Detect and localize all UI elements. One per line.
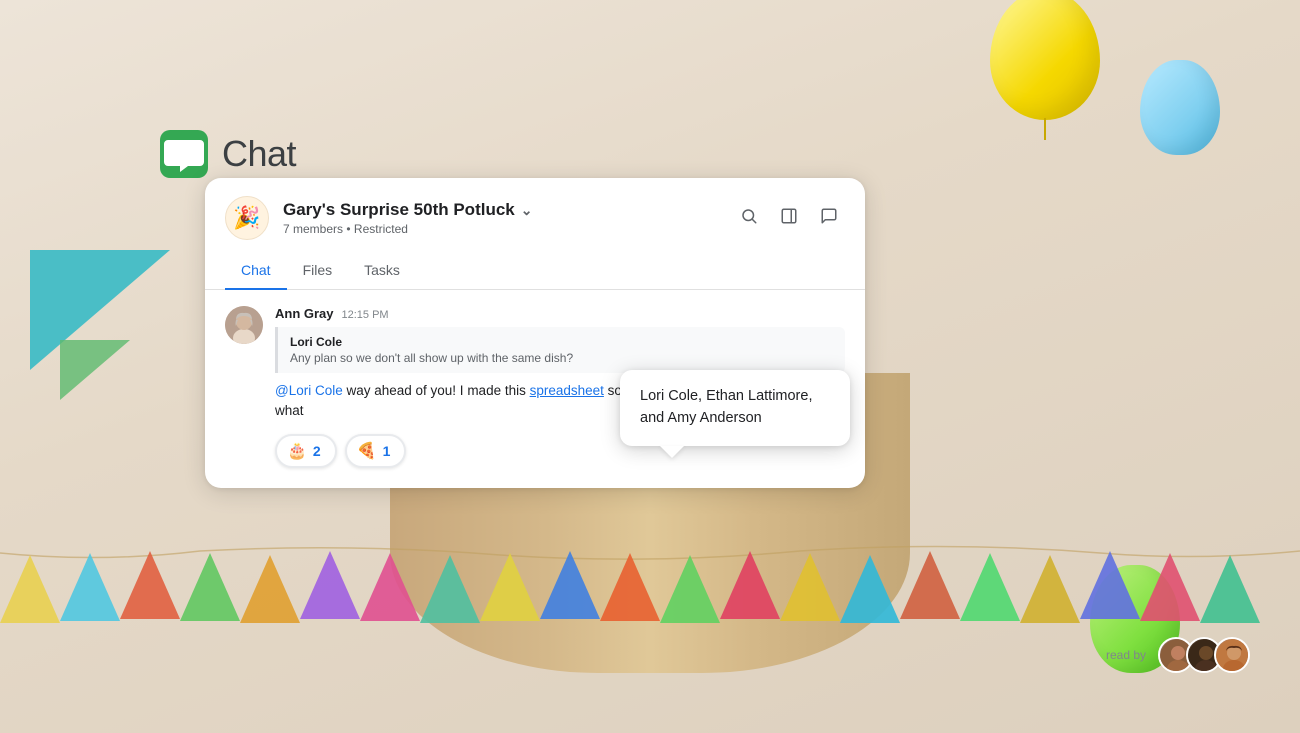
- cake-emoji: 🎂: [287, 441, 307, 461]
- sender-avatar: [225, 306, 263, 344]
- floor: [0, 673, 1300, 733]
- header-info: Gary's Surprise 50th Potluck ⌄ 7 members…: [283, 200, 532, 236]
- app-logo: Chat: [160, 130, 296, 178]
- search-icon: [740, 207, 758, 225]
- cake-count: 2: [313, 443, 321, 459]
- reaction-pizza[interactable]: 🍕 1: [345, 434, 407, 468]
- read-by-tooltip: Lori Cole, Ethan Lattimore, and Amy Ande…: [620, 370, 850, 446]
- bunting-svg: [0, 533, 1300, 633]
- card-header: 🎉 Gary's Surprise 50th Potluck ⌄ 7 membe…: [205, 178, 865, 240]
- pizza-count: 1: [383, 443, 391, 459]
- message-meta: Ann Gray 12:15 PM: [275, 306, 845, 321]
- quoted-message: Lori Cole Any plan so we don't all show …: [275, 327, 845, 373]
- avatar-3-svg: [1216, 639, 1250, 673]
- panel-button[interactable]: [773, 200, 805, 232]
- quoted-text: Any plan so we don't all show up with th…: [290, 351, 833, 365]
- app-title: Chat: [222, 133, 296, 175]
- mention-lori[interactable]: @Lori Cole: [275, 383, 343, 398]
- ann-gray-avatar-svg: [225, 306, 263, 344]
- tab-chat[interactable]: Chat: [225, 252, 287, 290]
- read-by-label: read by: [1106, 648, 1146, 662]
- tabs-bar: Chat Files Tasks: [205, 252, 865, 290]
- balloon-yellow: [990, 0, 1100, 120]
- balloon-blue: [1140, 60, 1220, 155]
- panel-icon: [780, 207, 798, 225]
- quoted-sender: Lori Cole: [290, 335, 833, 349]
- bunting-area: [0, 533, 1300, 633]
- message-time: 12:15 PM: [342, 309, 389, 321]
- sender-name: Ann Gray: [275, 306, 334, 321]
- reaction-cake[interactable]: 🎂 2: [275, 434, 337, 468]
- new-message-button[interactable]: [813, 200, 845, 232]
- search-button[interactable]: [733, 200, 765, 232]
- chat-app-icon: [160, 130, 208, 178]
- read-by-section: read by: [1106, 637, 1250, 673]
- header-actions: [733, 196, 845, 232]
- read-avatar-3: [1214, 637, 1250, 673]
- chevron-down-icon: ⌄: [521, 202, 533, 219]
- tooltip-names-text: Lori Cole, Ethan Lattimore, and Amy Ande…: [640, 386, 830, 430]
- group-meta: 7 members • Restricted: [283, 222, 532, 236]
- tab-tasks[interactable]: Tasks: [348, 252, 416, 290]
- message-square-icon: [820, 207, 838, 225]
- tab-files[interactable]: Files: [287, 252, 349, 290]
- pizza-emoji: 🍕: [357, 441, 377, 461]
- group-name-button[interactable]: Gary's Surprise 50th Potluck ⌄: [283, 200, 532, 220]
- read-avatars: [1158, 637, 1250, 673]
- spreadsheet-link[interactable]: spreadsheet: [530, 383, 604, 398]
- header-left: 🎉 Gary's Surprise 50th Potluck ⌄ 7 membe…: [225, 196, 532, 240]
- triangle-green: [60, 340, 130, 400]
- group-avatar: 🎉: [225, 196, 269, 240]
